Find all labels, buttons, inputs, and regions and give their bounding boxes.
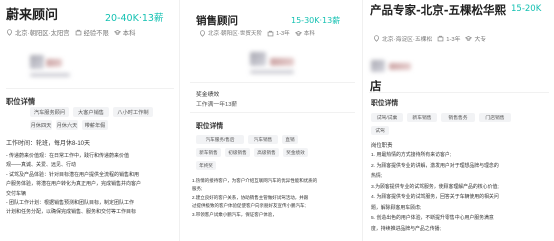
experience-text: 经验不限 [83, 30, 109, 37]
divider [6, 88, 174, 89]
recruiter-avatar [250, 52, 266, 66]
tag: 试驾 [371, 126, 389, 135]
tag: 月休六天 [56, 120, 78, 130]
location-text: 北京·海淀区·五棵松 [382, 37, 433, 43]
tag: 门店销售 [479, 113, 511, 122]
job-title-line-1: 产品专家-北京-五棵松华熙 [370, 3, 507, 17]
experience-icon [437, 35, 446, 42]
education-icon [294, 30, 304, 37]
job-meta: 北京·海淀区·五棵松 1-3年 大专 [373, 34, 486, 43]
job-title: 蔚来顾问 [6, 8, 59, 23]
education-text: 本科 [122, 30, 136, 37]
recruiter-avatar [30, 55, 44, 69]
education-icon [113, 29, 123, 36]
tag: 年终奖 [196, 161, 216, 170]
job-description: 1. 用最热情的方式接待所有来访客户; 2. 为顾客提供专业的讲解，激发用户对于… [371, 153, 499, 232]
job-card-nio-advisor[interactable]: 蔚来顾问 20-40K·13薪 北京·朝阳区·太阳宫 经验不限 本科 职位详情 … [0, 0, 180, 241]
job-title: 销售顾问 [196, 15, 238, 27]
recruiter-info [30, 73, 70, 77]
tag: 月休四天 [30, 120, 52, 130]
tag: 八小时工作制 [113, 107, 153, 117]
experience-icon [75, 29, 84, 36]
recruiter-name [270, 58, 294, 66]
job-card-sales-advisor[interactable]: 销售顾问 15-30K·13薪 北京·朝阳区·世贸天阶 1-3年 本科 奖金绩效… [182, 0, 363, 241]
job-meta: 北京·朝阳区·太阳宫 经验不限 本科 [6, 28, 135, 37]
job-title: 产品专家-北京-五棵松华熙 [370, 2, 506, 18]
section-title: 职位详情 [6, 97, 36, 106]
experience-text: 1-3年 [276, 31, 290, 37]
tag: 汽车销售 [248, 135, 278, 144]
tag: 带薪年假 [82, 120, 108, 130]
bonus-label: 奖金绩效 [196, 92, 220, 98]
salary: 15-30K·13薪 [291, 16, 341, 25]
job-description: - 传递蔚来价值观：在日常工作中，践行和传递蔚来价值 观——真诚、关爱、远见、行… [6, 153, 142, 216]
experience-text: 1-3年 [446, 37, 461, 43]
tag: 汽车服务/售后 [196, 135, 244, 144]
tag: 新车销售 [407, 113, 437, 122]
work-time: 工作时间：轮班，每月休8-10天 [6, 141, 91, 147]
location-icon [373, 35, 382, 42]
education-text: 大专 [474, 37, 487, 43]
recruiter-name [46, 59, 62, 67]
responsibilities-heading: 岗位职责 [371, 143, 393, 149]
divider [369, 92, 549, 93]
section-title: 职位详情 [196, 123, 224, 130]
experience-icon [267, 30, 276, 37]
location-text: 北京·朝阳区·世贸天阶 [208, 31, 263, 37]
tag: 汽车服务顾问 [30, 107, 69, 117]
location-icon [199, 29, 208, 37]
education-text: 本科 [303, 31, 315, 37]
recruiter-name [389, 63, 411, 70]
job-description: 1.热情的接待客户，为客户介绍互联网汽车的优异性能和优质的 服务; 2.建立良好… [192, 178, 318, 217]
tag: 新车销售 [196, 148, 221, 157]
divider [190, 82, 355, 83]
tag: 高级销售 [254, 148, 279, 157]
tag: 初级销售 [225, 148, 250, 157]
bonus-value: 工作满一年13薪 [196, 102, 238, 108]
salary: 20-40K·13薪 [105, 13, 164, 24]
salary: 15-20K [511, 4, 542, 14]
tag: 大客户销售 [73, 107, 109, 117]
recruiter-info [250, 70, 294, 74]
tag: 销售售务 [441, 113, 475, 122]
tag: 试驾/试乘 [371, 113, 403, 122]
job-meta: 北京·朝阳区·世贸天阶 1-3年 本科 [199, 29, 315, 37]
tag: 直销 [282, 135, 298, 144]
recruiter-avatar [371, 60, 385, 72]
section-title: 职位详情 [371, 100, 399, 107]
divider [190, 112, 355, 113]
education-icon [465, 35, 474, 42]
location-text: 北京·朝阳区·太阳宫 [15, 30, 70, 37]
job-card-product-expert[interactable]: 产品专家-北京-五棵松华熙 15-20K 北京·海淀区·五棵松 1-3年 大专 … [365, 0, 554, 241]
location-icon [6, 29, 15, 36]
tag: 奖金绩效 [283, 148, 308, 157]
